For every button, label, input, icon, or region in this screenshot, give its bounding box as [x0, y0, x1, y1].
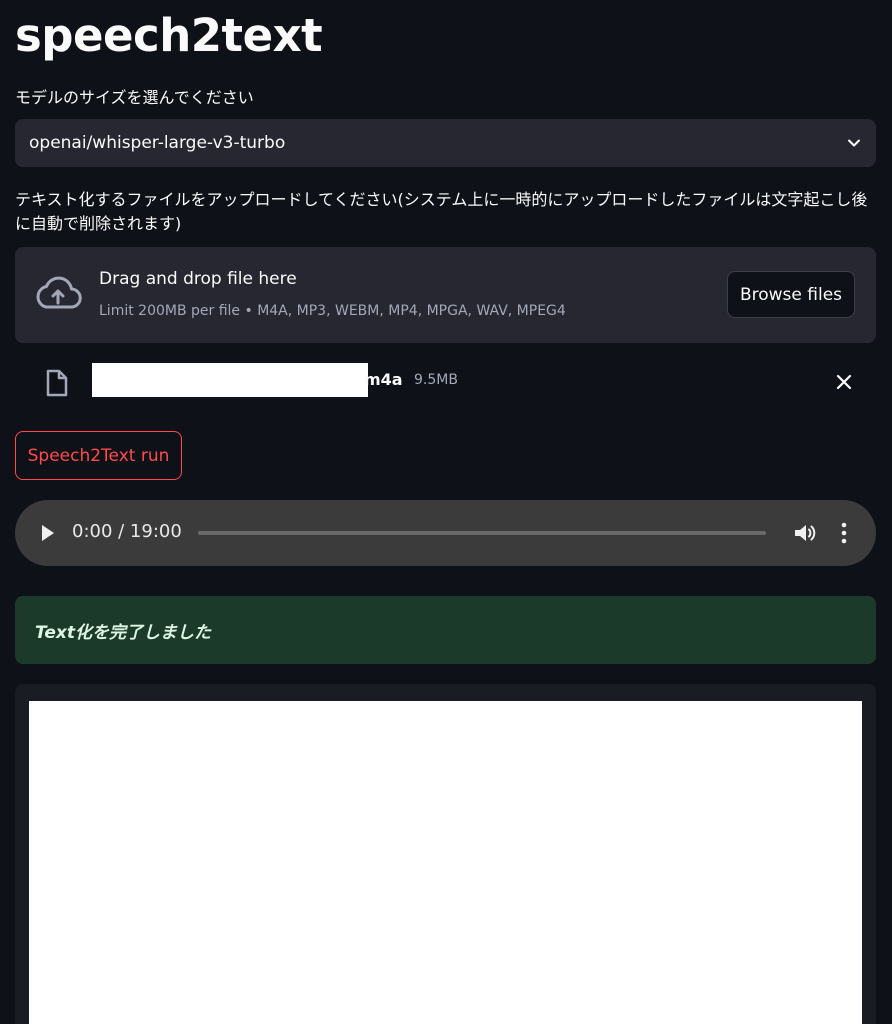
redacted-file-name [92, 363, 368, 397]
uploaded-file-size: 9.5MB [414, 372, 458, 388]
cloud-upload-icon [33, 274, 83, 314]
file-dropzone[interactable]: Drag and drop file here Limit 200MB per … [15, 247, 876, 343]
more-options-icon[interactable] [839, 521, 849, 545]
file-uploader-label: テキスト化するファイルをアップロードしてください(システム上に一時的にアップロー… [15, 190, 868, 233]
uploaded-file-row: m4a 9.5MB [15, 357, 876, 407]
close-icon[interactable] [833, 371, 855, 393]
model-select-value: openai/whisper-large-v3-turbo [29, 133, 286, 153]
volume-icon[interactable] [793, 522, 817, 544]
model-select[interactable]: openai/whisper-large-v3-turbo [15, 119, 876, 167]
chevron-down-icon [846, 135, 862, 151]
result-container [15, 684, 876, 1024]
play-icon[interactable] [40, 523, 56, 543]
success-message: Text化を完了しました [15, 596, 876, 664]
app-page: speech2text モデルのサイズを選んでください openai/whisp… [0, 0, 892, 1024]
speech2text-run-button[interactable]: Speech2Text run [15, 431, 182, 480]
dropzone-title: Drag and drop file here [99, 269, 297, 289]
model-select-label: モデルのサイズを選んでください [15, 88, 254, 107]
audio-time-display: 0:00 / 19:00 [72, 521, 182, 542]
file-icon [45, 369, 69, 397]
page-title: speech2text [15, 9, 323, 62]
browse-files-button[interactable]: Browse files [727, 271, 855, 318]
audio-seek-bar[interactable] [198, 531, 766, 535]
dropzone-limit-text: Limit 200MB per file • M4A, MP3, WEBM, M… [99, 303, 566, 319]
uploaded-file-name: m4a [364, 370, 403, 389]
audio-player: 0:00 / 19:00 [15, 500, 876, 566]
result-text-area[interactable] [29, 701, 862, 1024]
